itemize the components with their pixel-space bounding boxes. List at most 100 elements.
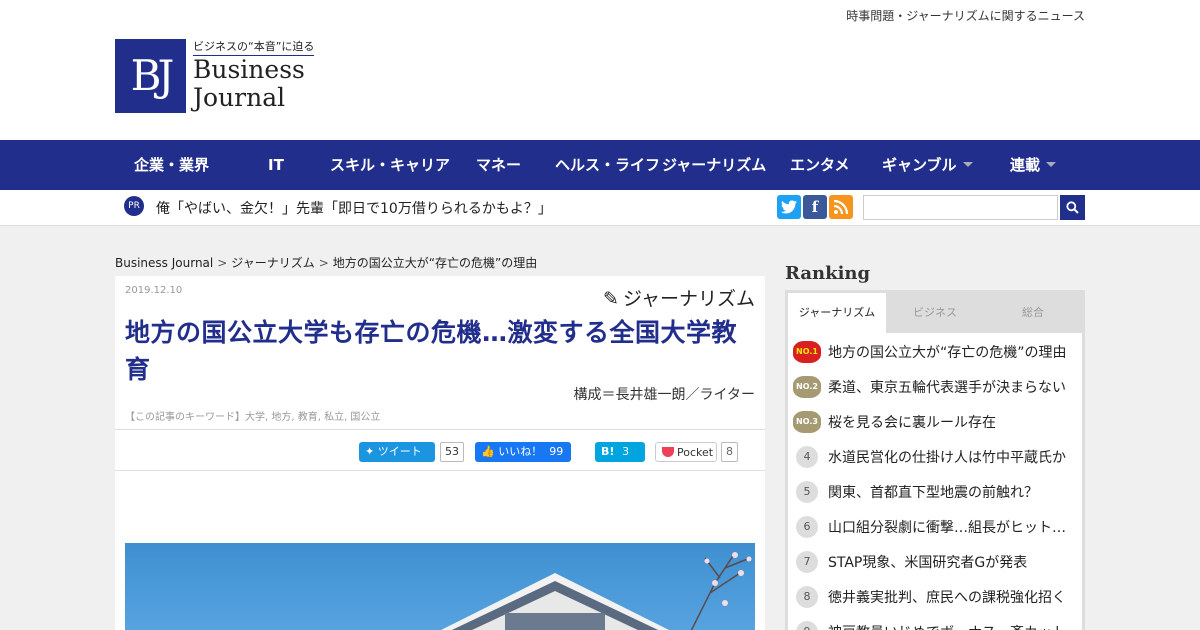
article-title: 地方の国公立大学も存亡の危機…激変する全国大学教育 (125, 318, 738, 384)
rank-badge: 8 (796, 586, 818, 608)
ranking-item-text: 地方の国公立大が“存亡の危機”の理由 (828, 345, 1067, 361)
nav-item-label: エンタメ (790, 156, 850, 174)
nav-item-label: ジャーナリズム (662, 156, 767, 174)
breadcrumb: Business Journal > ジャーナリズム > 地方の国公立大が“存亡の危機”… (115, 254, 537, 271)
breadcrumb-section[interactable]: ジャーナリズム (231, 256, 314, 270)
tweet-count: 53 (440, 442, 464, 462)
nav-item-health[interactable]: ヘルス・ライフ (555, 140, 660, 190)
nav-item-entertainment[interactable]: エンタメ (790, 140, 850, 190)
hatena-label: B! (601, 445, 615, 458)
tab-journalism[interactable]: ジャーナリズム (788, 293, 886, 333)
search-button[interactable] (1060, 195, 1085, 220)
nav-item-label: ギャンブル (882, 156, 957, 174)
ranking-item[interactable]: 7 STAP現象、米国研究者Gが発表 (788, 543, 1082, 578)
facebook-like-button[interactable]: 👍 いいね！ 99 (475, 442, 571, 462)
share-buttons: ✦ ツイート 53 👍 いいね！ 99 B! 3 Pocket 8 (115, 429, 765, 471)
ranking-item[interactable]: 4 水道民営化の仕掛け人は竹中平蔵氏か (788, 438, 1082, 473)
ranking-item[interactable]: NO.2 柔道、東京五輪代表選手が決まらない (788, 368, 1082, 403)
ranking-item[interactable]: NO.1 地方の国公立大が“存亡の危機”の理由 (788, 333, 1082, 368)
thumbs-up-icon: 👍 (481, 445, 499, 458)
site-tagline: 時事問題・ジャーナリズムに関するニュース (846, 9, 1085, 23)
nav-item-label: IT (268, 156, 284, 174)
site-logo[interactable]: BJ ビジネスの“本音”に迫る Business Journal (115, 38, 315, 118)
nav-item-label: ヘルス・ライフ (555, 156, 661, 174)
ranking-item-text: 神戸教員いじめでボーナス一斉カット (828, 622, 1074, 630)
pr-badge: PR (124, 196, 144, 216)
rank-badge: 5 (796, 481, 818, 503)
like-label: いいね！ (498, 445, 543, 458)
chevron-down-icon (962, 162, 973, 167)
nav-item-gamble[interactable]: ギャンブル (882, 140, 973, 190)
nav-item-label: スキル・キャリア (330, 156, 451, 174)
ranking-item[interactable]: 6 山口組分裂劇に衝撃…組長がヒットマン (788, 508, 1082, 543)
ranking-item[interactable]: 8 徳井義実批判、庶民への課税強化招く (788, 578, 1082, 613)
site-header: 時事問題・ジャーナリズムに関するニュース BJ ビジネスの“本音”に迫る Bus… (0, 0, 1200, 140)
ranking-widget: ジャーナリズム ビジネス 総合 NO.1 地方の国公立大が“存亡の危機”の理由 N… (785, 290, 1085, 630)
article-category[interactable]: ✎ ジャーナリズム (603, 284, 755, 311)
ranking-item-text: 桜を見る会に裏ルール存在 (828, 415, 996, 431)
hatena-count: 3 (622, 445, 630, 458)
ranking-list: NO.1 地方の国公立大が“存亡の危機”の理由 NO.2 柔道、東京五輪代表選手が決… (788, 333, 1082, 630)
ranking-item-text: STAP現象、米国研究者Gが発表 (828, 555, 1028, 571)
global-nav: 企業・業界 IT スキル・キャリア マネー ヘルス・ライフ ジャーナリズム エン… (0, 140, 1200, 190)
search-icon (1066, 201, 1079, 214)
ranking-item-text: 柔道、東京五輪代表選手が決まらない (828, 380, 1066, 396)
article-date: 2019.12.10 (125, 285, 183, 296)
pocket-button[interactable]: Pocket (655, 442, 717, 462)
tab-overall[interactable]: 総合 (984, 293, 1082, 333)
pr-bar: PR 俺「やばい、金欠！」先輩「即日で10万借りられるかもよ？」 f (0, 190, 1200, 226)
nav-item-journalism[interactable]: ジャーナリズム (662, 140, 766, 190)
ranking-title: Ranking (785, 263, 871, 284)
ranking-item[interactable]: 5 関東、首都直下型地震の前触れ？ (788, 473, 1082, 508)
logo-mark: BJ (115, 39, 186, 113)
nav-item-money[interactable]: マネー (476, 140, 521, 190)
rank-badge: NO.2 (793, 376, 821, 398)
ranking-item[interactable]: 9 神戸教員いじめでボーナス一斉カット (788, 613, 1082, 630)
tweet-button[interactable]: ✦ ツイート (359, 442, 435, 462)
breadcrumb-home[interactable]: Business Journal (115, 256, 213, 270)
ranking-item-text: 徳井義実批判、庶民への課税強化招く (828, 590, 1066, 606)
nav-item-business[interactable]: 企業・業界 (134, 140, 209, 190)
logo-name-line2: Journal (193, 83, 286, 112)
ranking-item[interactable]: NO.3 桜を見る会に裏ルール存在 (788, 403, 1082, 438)
article-byline: 構成＝長井雄一朗／ライター (573, 387, 755, 403)
ranking-item-text: 関東、首都直下型地震の前触れ？ (828, 485, 1038, 501)
nav-item-series[interactable]: 連載 (1010, 140, 1057, 190)
logo-tagline: ビジネスの“本音”に迫る (193, 38, 315, 56)
pocket-count: 8 (721, 442, 738, 462)
article-hero-image (125, 543, 755, 630)
rank-badge: 7 (796, 551, 818, 573)
hatena-bookmark-button[interactable]: B! 3 (595, 442, 645, 462)
nav-item-label: マネー (476, 156, 522, 174)
rank-badge: 4 (796, 446, 818, 468)
pencil-icon: ✎ (603, 288, 619, 310)
nav-item-career[interactable]: スキル・キャリア (330, 140, 450, 190)
logo-name: Business Journal (193, 56, 305, 112)
rank-badge: NO.3 (793, 411, 821, 433)
nav-item-label: 企業・業界 (134, 156, 210, 174)
twitter-icon[interactable] (777, 195, 801, 219)
ranking-item-text: 山口組分裂劇に衝撃…組長がヒットマン (828, 520, 1074, 536)
pr-link[interactable]: 俺「やばい、金欠！」先輩「即日で10万借りられるかもよ？」 (156, 198, 552, 218)
ranking-tabs: ジャーナリズム ビジネス 総合 (788, 293, 1082, 333)
rank-badge: 9 (796, 621, 818, 630)
nav-item-it[interactable]: IT (268, 140, 284, 190)
facebook-icon[interactable]: f (803, 195, 827, 219)
chevron-down-icon (1046, 162, 1057, 167)
pocket-icon (662, 447, 674, 457)
tab-business[interactable]: ビジネス (886, 293, 984, 333)
nav-item-label: 連載 (1010, 156, 1041, 174)
article-category-label: ジャーナリズム (622, 288, 755, 310)
rank-badge: NO.1 (793, 341, 821, 363)
rss-icon[interactable] (829, 195, 853, 219)
logo-name-line1: Business (193, 55, 305, 84)
rank-badge: 6 (796, 516, 818, 538)
article-keywords: 【この記事のキーワード】大学, 地方, 教育, 私立, 国公立 (125, 412, 381, 423)
breadcrumb-current: 地方の国公立大が“存亡の危機”の理由 (332, 256, 538, 270)
breadcrumb-separator: > (318, 256, 329, 270)
search-input[interactable] (863, 195, 1058, 220)
tweet-label: ツイート (377, 445, 422, 458)
like-count: 99 (549, 445, 564, 458)
twitter-icon: ✦ (365, 445, 378, 458)
article: 2019.12.10 ✎ ジャーナリズム 地方の国公立大学も存亡の危機…激変する全… (115, 276, 765, 630)
